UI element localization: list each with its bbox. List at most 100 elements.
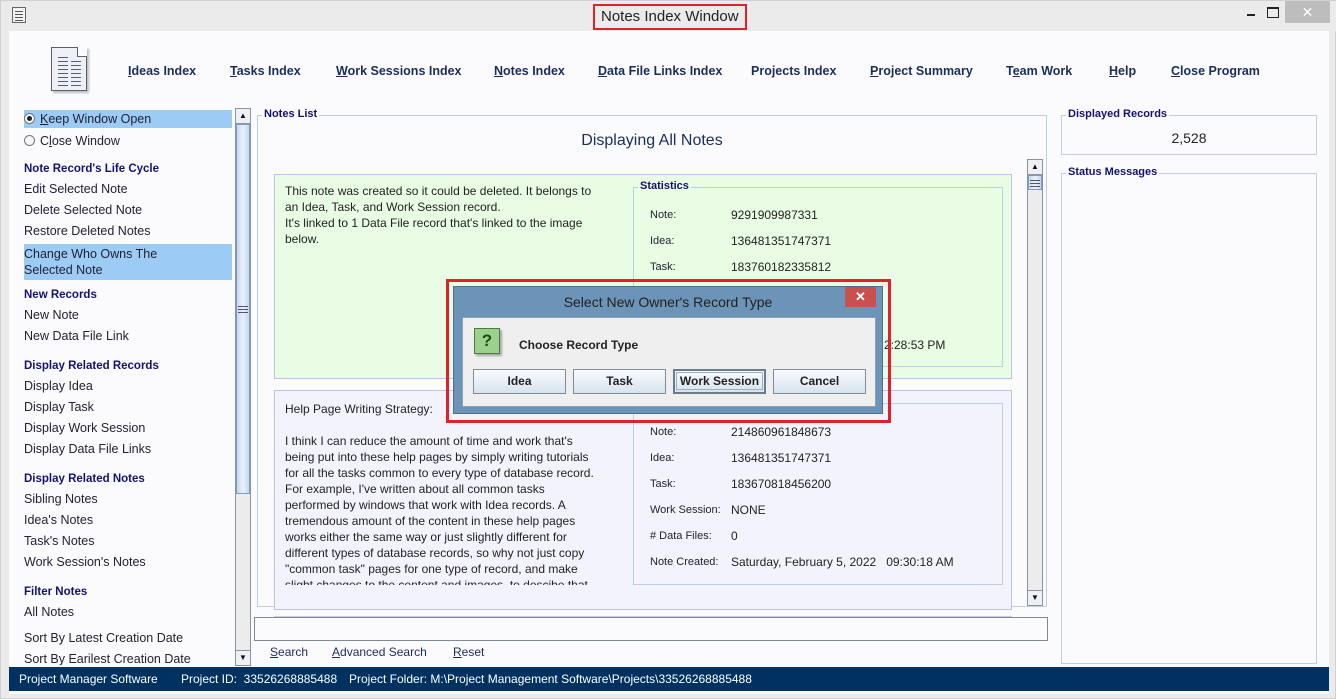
stat-label: Task: (650, 478, 676, 490)
advanced-search-button[interactable]: Advanced Search (332, 645, 427, 659)
nav-ideas-index[interactable]: Ideas Index (128, 64, 196, 78)
stat-label: Task: (650, 261, 676, 273)
change-owner-line-2: Selected Note (24, 263, 103, 277)
note-created-time: 2:28:53 PM (884, 338, 946, 352)
document-icon (12, 7, 26, 23)
stat-value: 183760182335812 (731, 260, 832, 274)
project-id: Project ID: 33526268885488 (181, 672, 338, 686)
statistics-title: Statistics (638, 180, 691, 192)
related-notes-heading: Display Related Notes (24, 473, 145, 485)
nav-project-summary[interactable]: Project Summary (870, 64, 973, 78)
nav-data-file-links-index[interactable]: Data File Links Index (598, 64, 722, 78)
note-text: This note was created so it could be del… (285, 184, 592, 246)
displayed-records-group: Displayed Records 2,528 (1061, 108, 1317, 155)
stat-label: Idea: (650, 235, 675, 247)
close-window-button[interactable]: ✕ (1285, 1, 1330, 23)
all-notes-link[interactable]: All Notes (24, 604, 232, 620)
note-card[interactable]: Help Page Writing Strategy: I think I ca… (274, 390, 1012, 610)
display-data-file-links-link[interactable]: Display Data File Links (24, 441, 232, 457)
work-session-button[interactable]: Work Session (673, 369, 766, 394)
select-owner-dialog: Select New Owner's Record Type ✕ ? Choos… (453, 286, 883, 414)
note-text: I think I can reduce the amount of time … (285, 434, 594, 585)
keep-window-open-radio[interactable]: Keep Window Open (24, 110, 232, 128)
scroll-up-arrow[interactable]: ▲ (236, 109, 250, 124)
nav-tasks-index[interactable]: Tasks Index (230, 64, 301, 78)
display-task-link[interactable]: Display Task (24, 399, 232, 415)
scrollbar-thumb[interactable] (1028, 175, 1042, 190)
notes-list-title: Notes List (262, 108, 320, 120)
displayed-records-count: 2,528 (1171, 130, 1207, 146)
change-owner-link[interactable]: Change Who Owns The Selected Note (24, 244, 232, 280)
stat-value: 136481351747371 (731, 451, 832, 465)
scroll-down-arrow[interactable]: ▼ (1028, 590, 1042, 605)
change-owner-line-1: Change Who Owns The (24, 247, 158, 261)
filter-notes-heading: Filter Notes (24, 586, 88, 598)
sidebar: Keep Window Open Close Window Note Recor… (24, 109, 232, 665)
displaying-heading: Displaying All Notes (581, 132, 723, 149)
note-title: Help Page Writing Strategy: (285, 402, 433, 416)
app-name: Project Manager Software (19, 672, 158, 686)
new-records-heading: New Records (24, 289, 97, 301)
stat-value: 183670818456200 (731, 477, 832, 491)
radio-unselected-icon (24, 135, 35, 146)
sort-latest-link[interactable]: Sort By Latest Creation Date (24, 630, 232, 646)
stat-label: Work Session: (650, 504, 721, 516)
search-button[interactable]: Search (270, 645, 308, 659)
radio-selected-icon (24, 113, 35, 124)
display-idea-link[interactable]: Display Idea (24, 378, 232, 394)
nav-help[interactable]: Help (1109, 64, 1136, 78)
stat-label: # Data Files: (650, 530, 712, 542)
idea-notes-link[interactable]: Idea's Notes (24, 512, 232, 528)
search-input[interactable] (254, 617, 1048, 641)
notes-scrollbar[interactable]: ▲ ▼ (1027, 159, 1043, 606)
stat-value: 136481351747371 (731, 234, 832, 248)
reset-button[interactable]: Reset (453, 645, 484, 659)
stat-value: 214860961848673 (731, 425, 832, 439)
stat-value: Saturday, February 5, 2022 09:30:18 AM (731, 555, 954, 569)
task-notes-link[interactable]: Task's Notes (24, 533, 232, 549)
stat-label: Note: (650, 209, 677, 221)
cancel-button[interactable]: Cancel (773, 369, 866, 394)
nav-notes-index[interactable]: Notes Index (494, 64, 565, 78)
nav-close-program[interactable]: Close Program (1171, 64, 1260, 78)
restore-deleted-notes-link[interactable]: Restore Deleted Notes (24, 223, 232, 239)
related-records-heading: Display Related Records (24, 360, 159, 372)
notes-index-window: Notes Index Window ✕ Ideas Index Tasks I… (0, 0, 1336, 699)
stat-value: NONE (731, 503, 766, 517)
dialog-body: ? Choose Record Type Idea Task Work Sess… (462, 317, 876, 407)
dialog-title: Select New Owner's Record Type (563, 294, 773, 310)
question-icon: ? (474, 328, 500, 354)
dialog-close-button[interactable]: ✕ (845, 287, 876, 307)
delete-selected-note-link[interactable]: Delete Selected Note (24, 202, 232, 218)
close-window-radio[interactable]: Close Window (24, 132, 232, 150)
new-note-link[interactable]: New Note (24, 307, 232, 323)
scroll-down-arrow[interactable]: ▼ (236, 650, 250, 665)
status-messages-group: Status Messages (1061, 166, 1317, 664)
scrollbar-thumb[interactable] (236, 124, 250, 494)
idea-button[interactable]: Idea (473, 369, 566, 394)
edit-selected-note-link[interactable]: Edit Selected Note (24, 181, 232, 197)
life-cycle-heading: Note Record's Life Cycle (24, 163, 160, 175)
stat-value: 0 (731, 529, 738, 543)
nav-team-work[interactable]: Team Work (1006, 64, 1072, 78)
sibling-notes-link[interactable]: Sibling Notes (24, 491, 232, 507)
dialog-message: Choose Record Type (519, 338, 639, 352)
display-work-session-link[interactable]: Display Work Session (24, 420, 232, 436)
window-title: Notes Index Window (593, 4, 747, 30)
new-data-file-link[interactable]: New Data File Link (24, 328, 232, 344)
nav-projects-index[interactable]: Projects Index (751, 64, 836, 78)
top-navigation: Ideas Index Tasks Index Work Sessions In… (9, 31, 1329, 109)
stat-label: Note Created: (650, 556, 719, 568)
title-bar: Notes Index Window ✕ (1, 1, 1336, 31)
nav-work-sessions-index[interactable]: Work Sessions Index (336, 64, 462, 78)
stat-label: Note: (650, 426, 677, 438)
work-session-notes-link[interactable]: Work Session's Notes (24, 554, 232, 570)
displayed-records-title: Displayed Records (1066, 108, 1170, 120)
scroll-up-arrow[interactable]: ▲ (1028, 160, 1042, 175)
sidebar-scrollbar[interactable]: ▲ ▼ (235, 108, 251, 666)
status-messages-title: Status Messages (1066, 166, 1160, 178)
project-folder: Project Folder: M:\Project Management So… (349, 672, 752, 686)
task-button[interactable]: Task (573, 369, 666, 394)
sort-earliest-link[interactable]: Sort By Earilest Creation Date (24, 651, 232, 665)
statistics-group: Note: 214860961848673 Idea: 136481351747… (633, 403, 1003, 585)
